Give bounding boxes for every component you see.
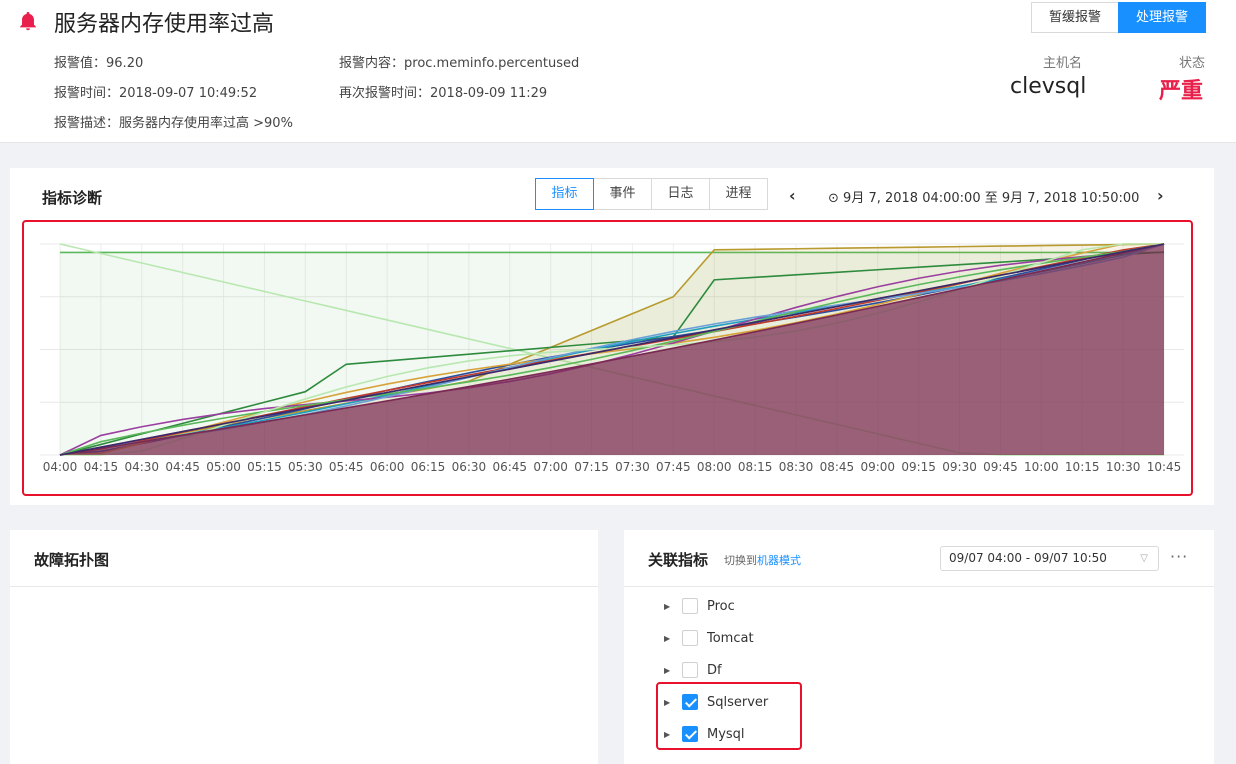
tree-label: Tomcat — [707, 630, 754, 646]
bell-icon — [20, 11, 36, 31]
more-icon[interactable]: ··· — [1170, 547, 1188, 566]
tree-label: Proc — [707, 598, 735, 614]
caret-right-icon[interactable]: ▶ — [664, 602, 674, 611]
caret-right-icon[interactable]: ▶ — [664, 666, 674, 675]
switch-mode: 切换到机器模式 — [724, 552, 801, 568]
alert-content-text: proc.meminfo.percentused — [404, 56, 580, 71]
tab-processes[interactable]: 进程 — [709, 178, 768, 210]
next-range-icon[interactable]: › — [1157, 186, 1164, 205]
alert-desc: 报警描述：服务器内存使用率过高 >90% — [54, 112, 293, 131]
diagnosis-tabs: 指标 事件 日志 进程 — [535, 178, 768, 210]
handle-alert-button[interactable]: 处理报警 — [1118, 2, 1206, 33]
alert-value-label: 报警值： — [54, 56, 107, 71]
clock-icon: ⊙ — [828, 191, 839, 206]
tab-events[interactable]: 事件 — [593, 178, 652, 210]
selection-highlight-box — [656, 682, 802, 750]
alert-retime-label: 再次报警时间： — [339, 86, 431, 101]
alert-time: 报警时间：2018-09-07 10:49:52 — [54, 82, 257, 101]
checkbox-df[interactable] — [682, 662, 698, 678]
related-title: 关联指标 — [648, 551, 709, 569]
tree-item-df[interactable]: ▶ Df — [664, 660, 722, 680]
alert-value-text: 96.20 — [106, 56, 144, 71]
tab-logs[interactable]: 日志 — [651, 178, 710, 210]
prev-range-icon[interactable]: ‹ — [789, 186, 796, 205]
alert-content-label: 报警内容： — [339, 56, 405, 71]
alert-retime-text: 2018-09-09 11:29 — [430, 86, 548, 101]
alert-title: 服务器内存使用率过高 — [54, 12, 275, 37]
alert-desc-text: 服务器内存使用率过高 >90% — [119, 116, 293, 131]
status-badge: 严重 — [1159, 79, 1204, 104]
topology-divider — [10, 586, 598, 587]
host-label: 主机名 — [1043, 56, 1083, 71]
date-range-select[interactable]: 09/07 04:00 - 09/07 10:50 ▽ — [940, 546, 1159, 571]
snooze-alert-button[interactable]: 暂缓报警 — [1031, 2, 1119, 33]
date-range-value: 09/07 04:00 - 09/07 10:50 — [949, 551, 1107, 565]
alert-content: 报警内容：proc.meminfo.percentused — [339, 52, 579, 71]
switch-prefix: 切换到 — [724, 554, 757, 567]
checkbox-proc[interactable] — [682, 598, 698, 614]
related-divider — [624, 586, 1214, 587]
time-range: ⊙ 9月 7, 2018 04:00:00 至 9月 7, 2018 10:50… — [828, 187, 1139, 206]
topology-title: 故障拓扑图 — [34, 551, 110, 569]
checkbox-tomcat[interactable] — [682, 630, 698, 646]
tree-item-proc[interactable]: ▶ Proc — [664, 596, 735, 616]
alert-header: 服务器内存使用率过高 报警值：96.20 报警时间：2018-09-07 10:… — [0, 0, 1236, 143]
chart-highlight-box — [22, 220, 1193, 496]
host-name: clevsql — [1010, 74, 1087, 99]
switch-mode-link[interactable]: 机器模式 — [757, 554, 801, 567]
alert-time-text: 2018-09-07 10:49:52 — [119, 86, 258, 101]
alert-desc-label: 报警描述： — [54, 116, 120, 131]
alert-retime: 再次报警时间：2018-09-09 11:29 — [339, 82, 547, 101]
alert-value: 报警值：96.20 — [54, 52, 143, 71]
chevron-down-icon: ▽ — [1140, 553, 1148, 564]
alert-time-label: 报警时间： — [54, 86, 120, 101]
tab-metrics[interactable]: 指标 — [535, 178, 594, 210]
caret-right-icon[interactable]: ▶ — [664, 634, 674, 643]
diagnosis-title: 指标诊断 — [42, 189, 103, 207]
tree-item-tomcat[interactable]: ▶ Tomcat — [664, 628, 754, 648]
time-range-text: 9月 7, 2018 04:00:00 至 9月 7, 2018 10:50:0… — [843, 191, 1140, 206]
status-label: 状态 — [1179, 56, 1206, 71]
tree-label: Df — [707, 662, 722, 678]
